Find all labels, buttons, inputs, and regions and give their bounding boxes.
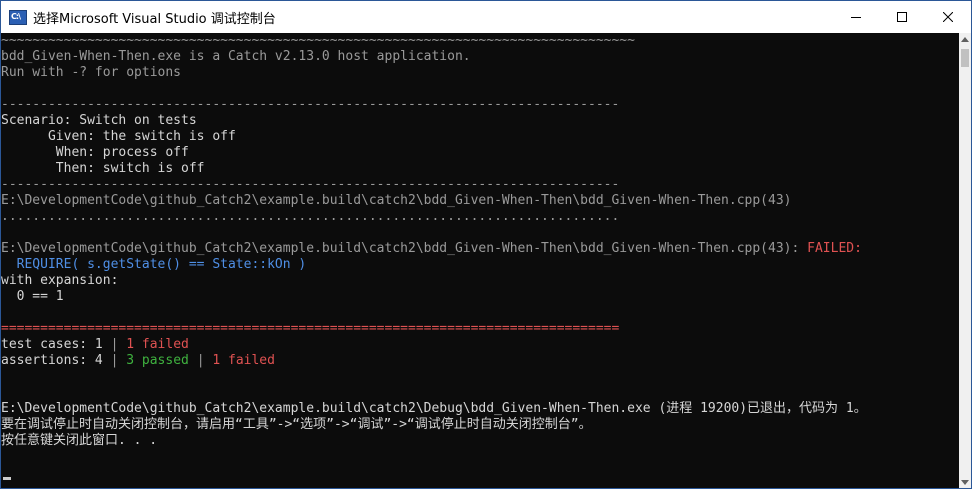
console-line: Run with -? for options (1, 65, 959, 81)
console-line: ========================================… (1, 321, 959, 337)
console-line: 0 == 1 (1, 289, 959, 305)
minimize-icon (851, 17, 861, 18)
console-line: E:\DevelopmentCode\github_Catch2\example… (1, 401, 959, 417)
console-text: with expansion: (1, 273, 119, 288)
maximize-icon (897, 12, 907, 22)
console-text: Then: switch is off (1, 161, 205, 176)
console-line: 按任意键关闭此窗口. . . (1, 433, 959, 449)
console-line: E:\DevelopmentCode\github_Catch2\example… (1, 241, 959, 257)
console-text: ........................................… (1, 209, 620, 224)
console-text: 按任意键关闭此窗口. . . (1, 433, 158, 448)
console-text: E:\DevelopmentCode\github_Catch2\example… (1, 193, 792, 208)
vertical-scrollbar[interactable] (959, 33, 971, 488)
console-line: Scenario: Switch on tests (1, 113, 959, 129)
close-icon (943, 12, 953, 22)
scroll-down-arrow-icon (961, 479, 969, 485)
console-text: test cases: 1 (1, 337, 111, 352)
scroll-down-button[interactable] (959, 476, 971, 488)
console-text: ========================================… (1, 321, 620, 336)
console-app-icon[interactable]: C:\ (9, 9, 27, 25)
scrollbar-thumb[interactable] (961, 49, 969, 67)
console-line: Given: the switch is off (1, 129, 959, 145)
console-text: 1 failed (204, 353, 275, 368)
console-text: 3 passed (118, 353, 197, 368)
text-cursor (3, 477, 11, 480)
console-window: C:\ 选择Microsoft Visual Studio 调试控制台 ~~~~… (0, 0, 972, 489)
console-text: E:\DevelopmentCode\github_Catch2\example… (1, 401, 867, 416)
console-text: E:\DevelopmentCode\github_Catch2\example… (1, 241, 808, 256)
close-button[interactable] (925, 1, 971, 33)
console-text: REQUIRE( s.getState() == State::kOn ) (1, 257, 307, 272)
console-line: REQUIRE( s.getState() == State::kOn ) (1, 257, 959, 273)
console-output[interactable]: ~~~~~~~~~~~~~~~~~~~~~~~~~~~~~~~~~~~~~~~~… (1, 33, 959, 488)
console-text: FAILED: (807, 241, 862, 256)
scroll-up-button[interactable] (959, 33, 971, 45)
console-text: Run with -? for options (1, 65, 182, 80)
console-line: 要在调试停止时自动关闭控制台，请启用“工具”->“选项”->“调试”->“调试停… (1, 417, 959, 433)
console-text: When: process off (1, 145, 189, 160)
console-text: assertions: 4 (1, 353, 111, 368)
console-text: 1 failed (118, 337, 189, 352)
console-text: Scenario: Switch on tests (1, 113, 197, 128)
console-line: ----------------------------------------… (1, 177, 959, 193)
console-text: | (196, 353, 205, 368)
console-text: ~~~~~~~~~~~~~~~~~~~~~~~~~~~~~~~~~~~~~~~~… (1, 33, 635, 48)
console-line: ~~~~~~~~~~~~~~~~~~~~~~~~~~~~~~~~~~~~~~~~… (1, 33, 959, 49)
console-line: with expansion: (1, 273, 959, 289)
scroll-up-arrow-icon (961, 36, 969, 42)
console-line: When: process off (1, 145, 959, 161)
console-text: 0 == 1 (1, 289, 64, 304)
maximize-button[interactable] (879, 1, 925, 33)
console-text: Given: the switch is off (1, 129, 236, 144)
console-text: ----------------------------------------… (1, 97, 620, 112)
window-title: 选择Microsoft Visual Studio 调试控制台 (33, 11, 276, 27)
console-text: 要在调试停止时自动关闭控制台，请启用“工具”->“选项”->“调试”->“调试停… (1, 417, 592, 432)
console-line: bdd_Given-When-Then.exe is a Catch v2.13… (1, 49, 959, 65)
console-line: Then: switch is off (1, 161, 959, 177)
title-bar[interactable]: C:\ 选择Microsoft Visual Studio 调试控制台 (1, 1, 971, 33)
console-line: E:\DevelopmentCode\github_Catch2\example… (1, 193, 959, 209)
console-text: ----------------------------------------… (1, 177, 620, 192)
console-line: ........................................… (1, 209, 959, 225)
minimize-button[interactable] (833, 1, 879, 33)
console-line: assertions: 4 | 3 passed | 1 failed (1, 353, 959, 369)
console-text: bdd_Given-When-Then.exe is a Catch v2.13… (1, 49, 471, 64)
console-line: test cases: 1 | 1 failed (1, 337, 959, 353)
app-icon-label: C:\ (11, 11, 21, 21)
console-line: ----------------------------------------… (1, 97, 959, 113)
